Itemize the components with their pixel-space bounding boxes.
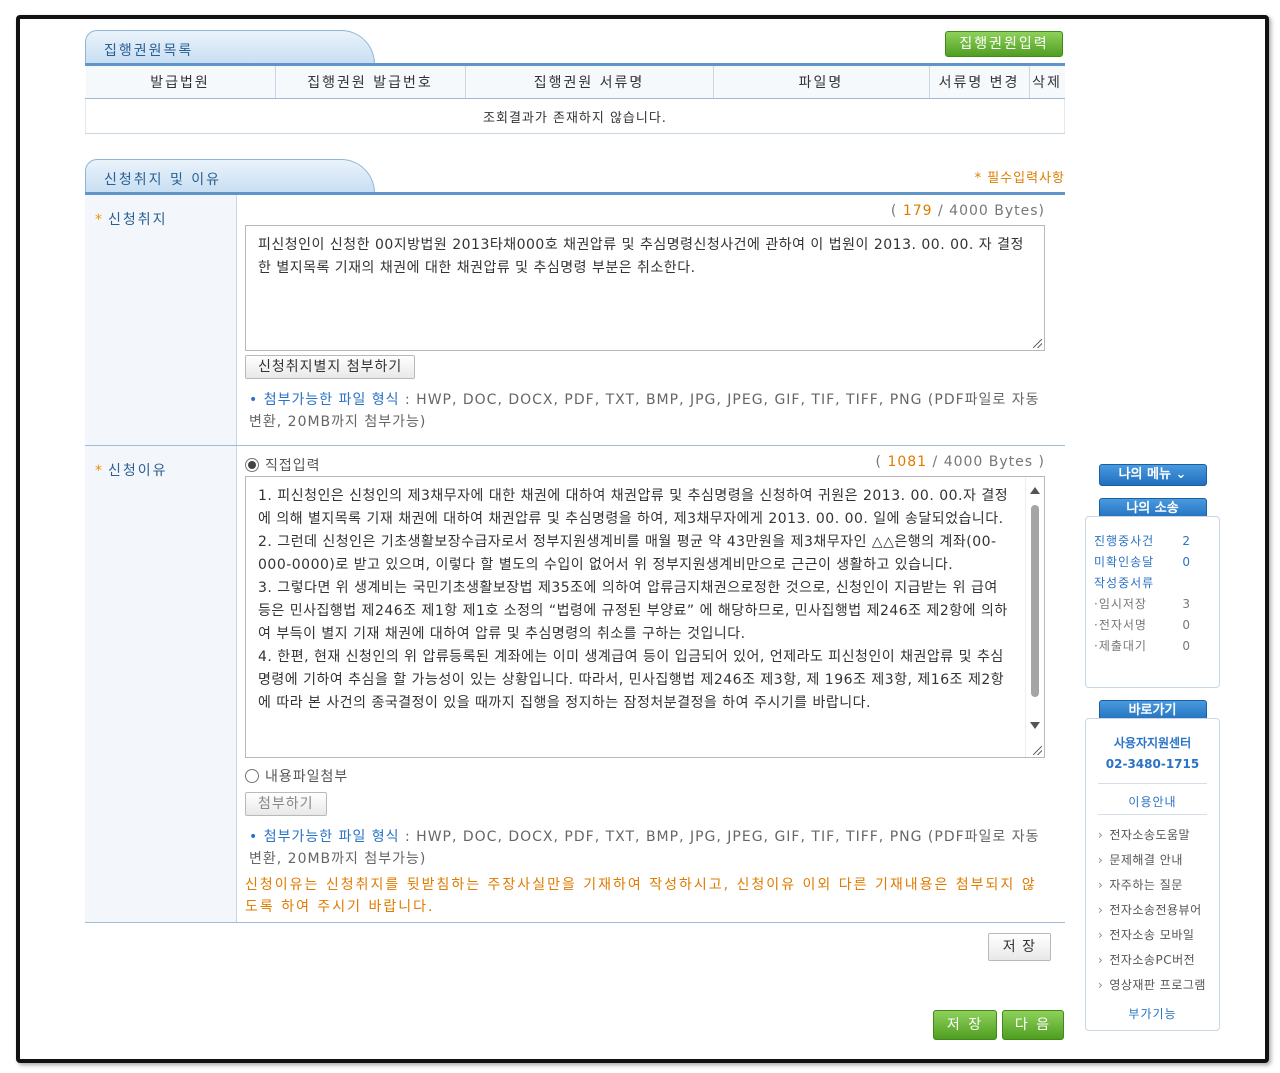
guide-link[interactable]: 문제해결 안내 xyxy=(1094,848,1211,873)
purpose-textarea[interactable]: 피신청인이 신청한 00지방법원 2013타채000호 채권압류 및 추심명령신… xyxy=(245,225,1045,351)
empty-message: 조회결과가 존재하지 않습니다. xyxy=(85,98,1065,134)
radio-unselected-icon[interactable] xyxy=(245,769,259,783)
bullet-icon: • xyxy=(249,829,259,845)
guide-link[interactable]: 자주하는 질문 xyxy=(1094,873,1211,898)
resize-grip-icon[interactable] xyxy=(1033,339,1042,348)
right-sidebar: 나의 메뉴 ⌄ 나의 소송 진행중사건 2 미확인송달 0 작성중서류 ·임시저장 3… xyxy=(1085,464,1220,1031)
next-button[interactable]: 다 음 xyxy=(1002,1010,1064,1040)
col-court: 발급법원 xyxy=(85,66,276,99)
support-phone: 02-3480-1715 xyxy=(1105,757,1200,771)
section-save-button[interactable]: 저 장 xyxy=(987,933,1051,961)
guide-link[interactable]: 전자소송전용뷰어 xyxy=(1094,898,1211,923)
purpose-attach-button[interactable]: 신청취지별지 첨부하기 xyxy=(245,355,416,379)
purpose-byte-counter: ( 179 / 4000 Bytes) xyxy=(890,203,1045,219)
reason-paragraph: 4. 한편, 현재 신청인의 위 압류등록된 계좌에는 이미 생계급여 등이 입… xyxy=(258,649,1005,711)
side-divider xyxy=(1098,814,1207,815)
my-case-box: 진행중사건 2 미확인송달 0 작성중서류 ·임시저장 3 ·전자서명 0 ·제출대기 0 xyxy=(1085,516,1220,688)
purpose-row: * 신청취지 ( 179 / 4000 Bytes) 피신청인이 신청한 00지방… xyxy=(85,195,1065,446)
scroll-up-icon[interactable] xyxy=(1030,487,1040,494)
reason-paragraph: 2. 그런데 신청인은 기초생활보장수급자로서 정부지원생계비를 매월 평균 약… xyxy=(258,534,997,573)
purpose-body: ( 179 / 4000 Bytes) 피신청인이 신청한 00지방법원 201… xyxy=(237,195,1065,445)
guide-link[interactable]: 영상재판 프로그램 xyxy=(1094,973,1211,998)
shortcut-box: 사용자지원센터 02-3480-1715 이용안내 전자소송도움말 문제해결 안… xyxy=(1085,718,1220,1031)
required-note: * 필수입력사항 xyxy=(974,171,1065,186)
reason-scrollbar[interactable] xyxy=(1025,477,1044,757)
guide-link[interactable]: 전자소송도움말 xyxy=(1094,823,1211,848)
side-case-item[interactable]: 미확인송달 0 xyxy=(1094,552,1211,573)
chevron-down-icon: ⌄ xyxy=(1175,467,1187,482)
withdraw-header: 신청취지 및 이유 * 필수입력사항 xyxy=(85,159,1065,195)
reason-attach-button[interactable]: 첨부하기 xyxy=(245,792,327,816)
table-row: 조회결과가 존재하지 않습니다. xyxy=(85,98,1065,134)
withdraw-title: 신청취지 및 이유 xyxy=(85,159,375,193)
purpose-filetype-note: • 첨부가능한 파일 형식 : HWP, DOC, DOCX, PDF, TXT… xyxy=(249,392,1040,430)
col-doc-name: 집행권원 서류명 xyxy=(465,66,714,99)
exec-list-header: 집행권원목록 집행권원입력 xyxy=(85,30,1065,66)
guide-link[interactable]: 전자소송PC버전 xyxy=(1094,948,1211,973)
exec-list-title: 집행권원목록 xyxy=(85,30,375,64)
bullet-icon: • xyxy=(249,392,259,408)
footer-save-button[interactable]: 저 장 xyxy=(933,1010,997,1040)
reason-filetype-note: • 첨부가능한 파일 형식 : HWP, DOC, DOCX, PDF, TXT… xyxy=(249,829,1040,867)
reason-byte-counter: ( 1081 / 4000 Bytes ) xyxy=(875,454,1045,470)
required-star-icon: * xyxy=(95,212,104,228)
col-delete: 삭제 xyxy=(1029,66,1065,99)
reason-label: * 신청이유 xyxy=(85,446,237,922)
table-header-row: 발급법원 집행권원 발급번호 집행권원 서류명 파일명 서류명 변경 삭제 xyxy=(85,66,1065,99)
reason-row: * 신청이유 직접입력 ( 1081 / 4000 Bytes ) 1. 피신청인… xyxy=(85,446,1065,923)
required-star-icon: * xyxy=(95,463,104,479)
side-case-item[interactable]: 작성중서류 xyxy=(1094,573,1211,594)
col-file-name: 파일명 xyxy=(713,66,930,99)
support-center-title: 사용자지원센터 xyxy=(1113,736,1192,750)
reason-paragraph: 3. 그렇다면 위 생계비는 국민기초생활보장법 제35조에 의하여 압류금지채… xyxy=(258,580,1008,642)
side-case-item[interactable]: 진행중사건 2 xyxy=(1094,531,1211,552)
guide-link[interactable]: 전자소송 모바일 xyxy=(1094,923,1211,948)
my-menu-button[interactable]: 나의 메뉴 ⌄ xyxy=(1098,464,1207,486)
resize-grip-icon[interactable] xyxy=(1033,746,1042,755)
radio-selected-icon[interactable] xyxy=(245,458,259,472)
section-divider xyxy=(85,63,1065,66)
side-case-item[interactable]: ·임시저장 3 xyxy=(1094,594,1211,615)
exec-list-table: 발급법원 집행권원 발급번호 집행권원 서류명 파일명 서류명 변경 삭제 조회… xyxy=(85,66,1065,134)
side-divider xyxy=(1098,783,1207,784)
reason-warning: 신청이유는 신청취지를 뒷받침하는 주장사실만을 기재하여 작성하시고, 신청이… xyxy=(245,877,1037,915)
side-case-item[interactable]: ·제출대기 0 xyxy=(1094,636,1211,657)
scroll-thumb[interactable] xyxy=(1031,505,1039,697)
guide-title: 이용안내 xyxy=(1128,795,1177,809)
main-content: 집행권원목록 집행권원입력 발급법원 집행권원 발급번호 집행권원 서류명 파일… xyxy=(85,30,1065,961)
extra-title: 부가기능 xyxy=(1128,1007,1177,1021)
reason-paragraph: 1. 피신청인은 신청인의 제3채무자에 대한 채권에 대하여 채권압류 및 추… xyxy=(258,488,1009,527)
side-case-item[interactable]: ·전자서명 0 xyxy=(1094,615,1211,636)
direct-input-radio[interactable]: 직접입력 xyxy=(245,454,321,476)
exec-input-button[interactable]: 집행권원입력 xyxy=(945,31,1063,57)
purpose-label: * 신청취지 xyxy=(85,195,237,445)
reason-body: 직접입력 ( 1081 / 4000 Bytes ) 1. 피신청인은 신청인의… xyxy=(237,446,1065,922)
scroll-down-icon[interactable] xyxy=(1030,722,1040,729)
file-attach-radio[interactable]: 내용파일첨부 xyxy=(245,766,1045,786)
col-rename: 서류명 변경 xyxy=(929,66,1030,99)
reason-textarea[interactable]: 1. 피신청인은 신청인의 제3채무자에 대한 채권에 대하여 채권압류 및 추… xyxy=(245,476,1045,758)
col-exec-number: 집행권원 발급번호 xyxy=(275,66,466,99)
